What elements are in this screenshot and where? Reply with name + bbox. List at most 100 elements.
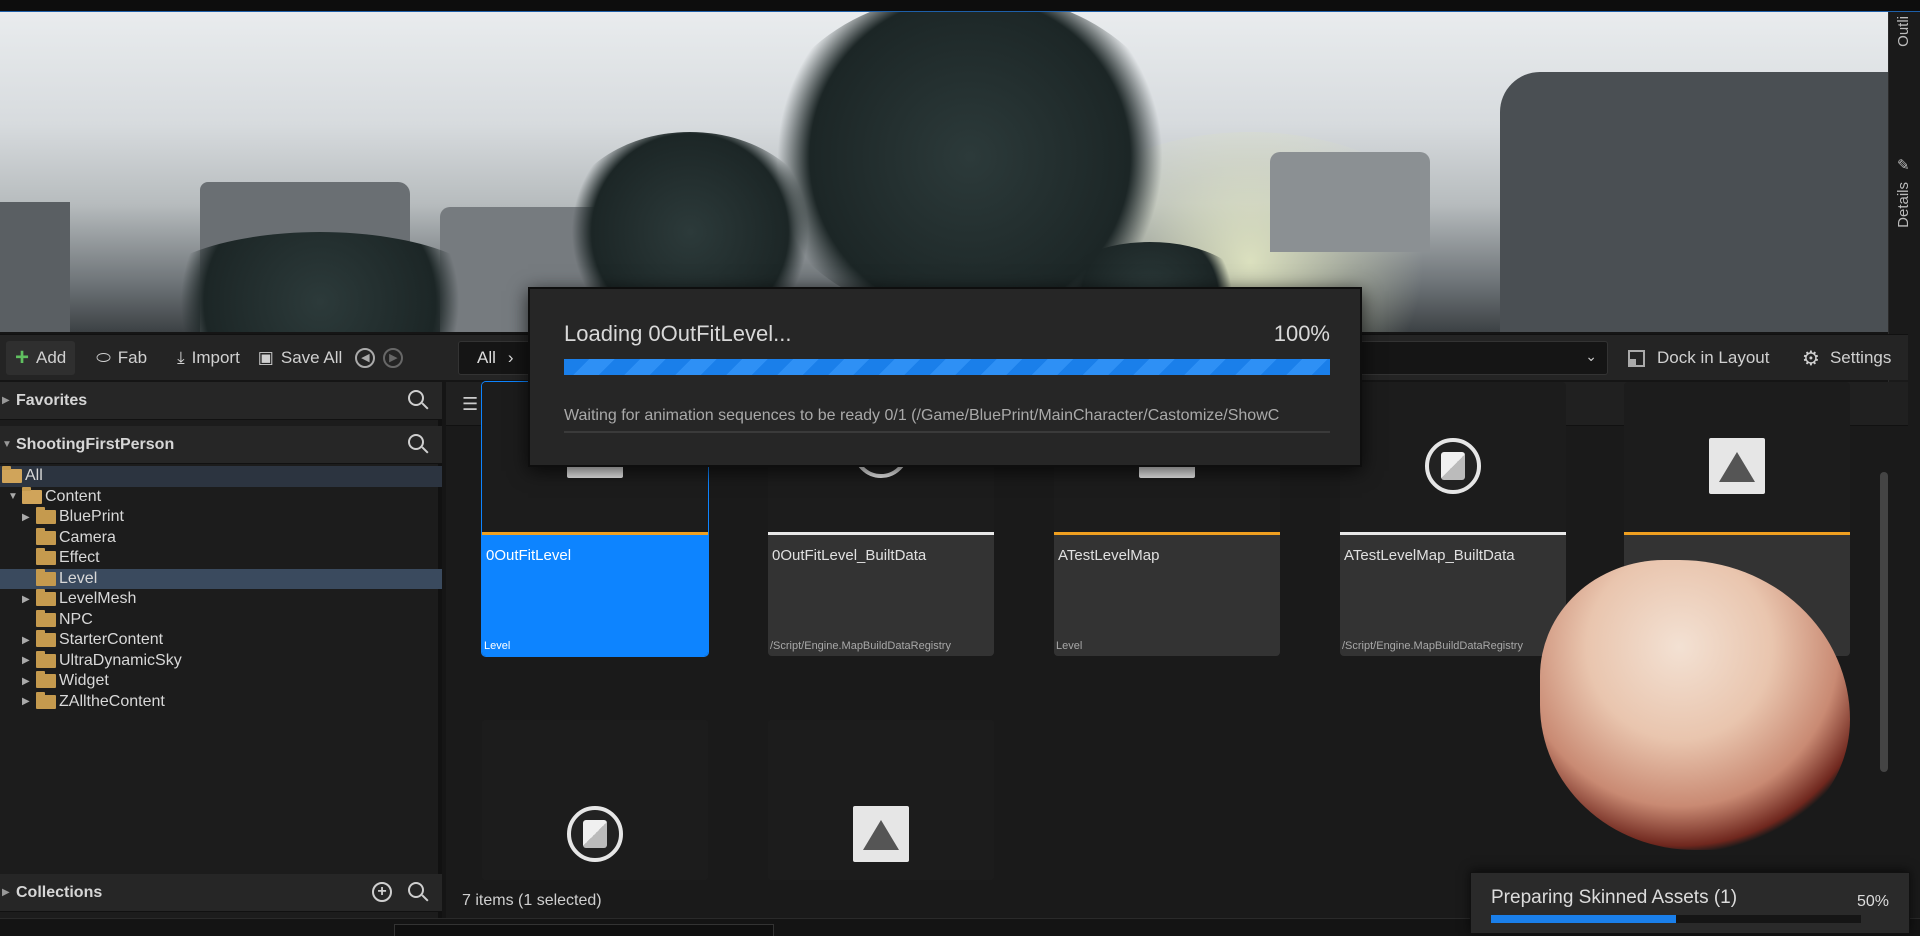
asset-thumbnail — [1340, 382, 1566, 532]
favorites-label: Favorites — [16, 391, 88, 409]
level-viewport[interactable] — [0, 12, 1888, 332]
asset-type: /Script/Engine.MapBuildDataRegistry — [770, 640, 951, 652]
tree-item-camera[interactable]: Camera — [0, 527, 442, 549]
tree-item-zallthecontent[interactable]: ▶ ZAlltheContent — [0, 691, 442, 713]
import-icon: ⤓ — [177, 347, 185, 367]
asset-type: Level — [1056, 640, 1083, 652]
asset-tile-5[interactable] — [482, 720, 708, 880]
asset-name: 0OutFitLevel — [486, 547, 572, 564]
cliff-rock — [1270, 152, 1430, 252]
tree-label: NPC — [59, 610, 93, 628]
details-tab[interactable]: Details — [1895, 182, 1912, 228]
tree-label: BluePrint — [59, 508, 124, 526]
collapsed-arrow-icon[interactable]: ▶ — [22, 696, 30, 707]
loading-divider — [564, 431, 1330, 433]
console-command-input[interactable] — [394, 924, 774, 936]
import-label: Import — [191, 347, 240, 367]
collapsed-arrow-icon[interactable]: ▶ — [22, 655, 30, 666]
add-collection-icon[interactable]: + — [372, 882, 392, 902]
tree-label: Camera — [59, 528, 116, 546]
dock-in-layout-button[interactable]: Dock in Layout — [1628, 335, 1769, 381]
fab-button[interactable]: ⬭ Fab — [87, 341, 156, 375]
tree-label: Widget — [59, 672, 109, 690]
notification-percent: 50% — [1856, 893, 1889, 910]
settings-button[interactable]: ⚙ Settings — [1802, 335, 1891, 381]
tree-item-blueprint[interactable]: ▶ BluePrint — [0, 507, 442, 528]
search-combo-box[interactable]: ⌄ — [1330, 341, 1608, 375]
loading-progress-fill — [564, 359, 1330, 375]
folder-icon — [36, 671, 56, 689]
asset-type: Level — [484, 640, 511, 652]
path-breadcrumb[interactable]: All › — [458, 341, 538, 375]
level-icon — [1709, 438, 1765, 494]
search-icon[interactable] — [408, 390, 428, 410]
asset-tile-3[interactable]: ATestLevelMap_BuiltData /Script/Engine.M… — [1340, 382, 1566, 656]
collections-header[interactable]: ▶ Collections + — [0, 874, 442, 912]
item-count-status: 7 items (1 selected) — [462, 892, 602, 909]
tree-item-all[interactable]: All — [0, 466, 442, 487]
preparing-notification: Preparing Skinned Assets (1) 50% — [1470, 872, 1910, 934]
tree-item-ultradynamicsky[interactable]: ▶ UltraDynamicSky — [0, 650, 442, 672]
folder-open-icon — [22, 486, 42, 504]
collapsed-arrow-icon[interactable]: ▶ — [22, 594, 30, 605]
save-all-button[interactable]: ▣ Save All — [249, 341, 352, 375]
loading-percent: 100% — [1273, 321, 1330, 346]
import-button[interactable]: ⤓ Import — [168, 341, 249, 375]
search-icon[interactable] — [408, 882, 428, 902]
tree-item-startercontent[interactable]: ▶ StarterContent — [0, 630, 442, 651]
tree-label: Level — [59, 569, 98, 587]
collapsed-arrow-icon[interactable]: ▶ — [22, 512, 30, 523]
tree-label: UltraDynamicSky — [59, 651, 182, 669]
folder-icon — [36, 568, 56, 586]
loading-dialog: Loading 0OutFitLevel... 100% Waiting for… — [528, 287, 1362, 467]
tree-label: ZAlltheContent — [59, 692, 165, 710]
project-label: ShootingFirstPerson — [16, 435, 175, 453]
notification-title: Preparing Skinned Assets (1) — [1491, 887, 1738, 908]
dock-icon — [1628, 349, 1645, 367]
asset-name: ATestLevelMap — [1058, 547, 1160, 564]
folder-icon — [36, 527, 56, 545]
project-header[interactable]: ▼ ShootingFirstPerson — [0, 426, 442, 464]
search-icon[interactable] — [408, 434, 428, 454]
folder-open-icon — [2, 466, 22, 484]
tree-item-levelmesh[interactable]: ▶ LevelMesh — [0, 589, 442, 610]
tree-item-effect[interactable]: Effect — [0, 548, 442, 569]
window-top-bar — [0, 0, 1920, 12]
collections-label: Collections — [16, 883, 103, 901]
tree-item-widget[interactable]: ▶ Widget — [0, 671, 442, 692]
tree-item-level[interactable]: Level — [0, 568, 442, 589]
add-button[interactable]: + Add — [6, 340, 76, 375]
asset-tile-6[interactable] — [768, 720, 994, 880]
chevron-down-icon[interactable]: ⌄ — [1585, 348, 1597, 365]
asset-type: /Script/Engine.MapBuildDataRegistry — [1342, 640, 1523, 652]
gear-icon: ⚙ — [1802, 347, 1820, 370]
collapsed-arrow-icon[interactable]: ▶ — [2, 395, 10, 406]
collapsed-arrow-icon[interactable]: ▶ — [2, 887, 10, 898]
expanded-arrow-icon[interactable]: ▼ — [2, 439, 12, 450]
asset-info: 0OutFitLevel Level — [482, 535, 708, 656]
notification-progress-bar — [1491, 915, 1861, 923]
add-label: Add — [36, 347, 67, 367]
cube-icon — [1425, 438, 1481, 494]
path-root[interactable]: All — [477, 348, 496, 368]
dock-label: Dock in Layout — [1657, 348, 1770, 367]
asset-scrollbar[interactable] — [1880, 472, 1888, 772]
asset-info: ATestLevelMap Level — [1054, 535, 1280, 656]
folder-icon — [36, 650, 56, 668]
collapsed-arrow-icon[interactable]: ▶ — [22, 676, 30, 687]
back-arrow-icon[interactable]: ◀ — [355, 347, 376, 368]
collapsed-arrow-icon[interactable]: ▶ — [22, 635, 30, 646]
outliner-tab[interactable]: Outli — [1895, 16, 1912, 47]
tree-item-npc[interactable]: NPC — [0, 609, 442, 631]
asset-thumbnail — [482, 720, 708, 880]
tree-item-content[interactable]: ▼ Content — [0, 486, 442, 508]
pencil-icon: ✎ — [1897, 157, 1910, 174]
save-icon: ▣ — [257, 347, 274, 367]
asset-info: ATestLevelMap_BuiltData /Script/Engine.M… — [1340, 535, 1566, 656]
chevron-right-icon[interactable]: › — [508, 348, 514, 368]
tree-label: All — [25, 467, 43, 485]
favorites-header[interactable]: ▶ Favorites — [0, 382, 442, 420]
expanded-arrow-icon[interactable]: ▼ — [8, 491, 18, 502]
level-icon — [853, 806, 909, 862]
forward-arrow-icon[interactable]: ▶ — [383, 347, 404, 368]
